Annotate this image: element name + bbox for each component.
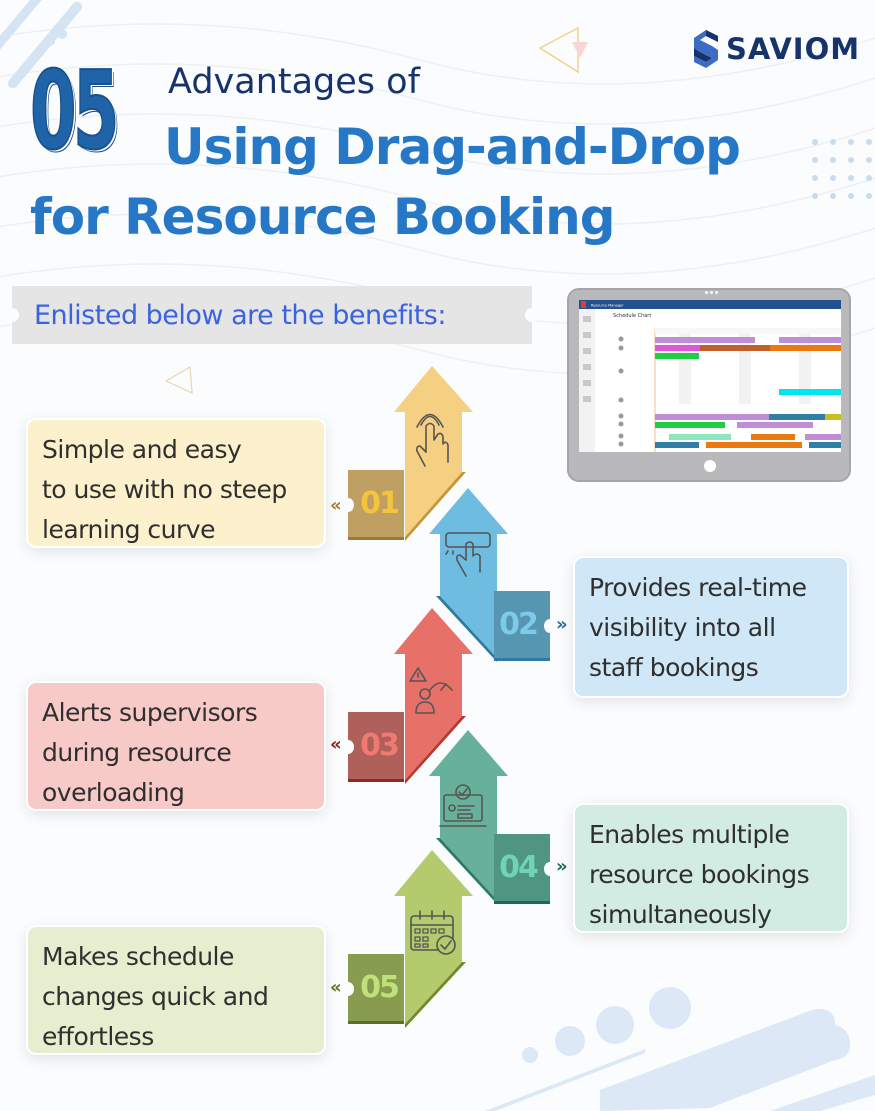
benefit-04-number: 04 [499, 850, 539, 885]
benefit-02-line-3: staff bookings [589, 653, 759, 682]
benefit-03-line-2: during resource [42, 738, 232, 767]
benefit-card-05: Makes schedule changes quick and effortl… [26, 925, 326, 1055]
benefit-card-03: Alerts supervisors during resource overl… [26, 681, 326, 811]
chevron-right-icon: » [556, 856, 568, 877]
chevron-left-icon: « [330, 977, 342, 998]
arrow-05 [394, 850, 473, 1028]
benefit-05-line-1: Makes schedule [42, 942, 234, 971]
benefit-01-number: 01 [360, 486, 400, 521]
benefit-card-02: Provides real-time visibility into all s… [573, 556, 849, 698]
benefit-03-number: 03 [360, 728, 400, 763]
benefit-05-line-2: changes quick and [42, 982, 269, 1011]
benefit-01-line-1: Simple and easy [42, 435, 242, 464]
chevron-right-icon: » [556, 614, 568, 635]
benefit-card-01: Simple and easy to use with no steep lea… [26, 418, 326, 548]
benefit-03-line-3: overloading [42, 778, 185, 807]
benefit-04-number-tab: 04 [494, 834, 556, 904]
benefit-01-line-3: learning curve [42, 515, 215, 544]
benefit-03-line-1: Alerts supervisors [42, 698, 258, 727]
benefit-02-number-tab: 02 [494, 591, 556, 661]
benefit-card-04: Enables multiple resource bookings simul… [573, 803, 849, 933]
benefit-01-number-tab: 01 [342, 470, 404, 540]
benefit-05-number: 05 [360, 970, 400, 1005]
benefit-01-line-2: to use with no steep [42, 475, 287, 504]
benefit-04-line-3: simultaneously [589, 900, 772, 929]
benefit-04-line-1: Enables multiple [589, 820, 790, 849]
benefit-04-line-2: resource bookings [589, 860, 810, 889]
chevron-left-icon: « [330, 495, 342, 516]
benefit-05-number-tab: 05 [342, 954, 404, 1024]
benefit-02-line-1: Provides real-time [589, 573, 807, 602]
benefit-03-number-tab: 03 [342, 712, 404, 782]
benefit-02-number: 02 [499, 607, 539, 642]
benefit-05-line-3: effortless [42, 1022, 154, 1051]
benefit-02-line-2: visibility into all [589, 613, 776, 642]
chevron-left-icon: « [330, 734, 342, 755]
